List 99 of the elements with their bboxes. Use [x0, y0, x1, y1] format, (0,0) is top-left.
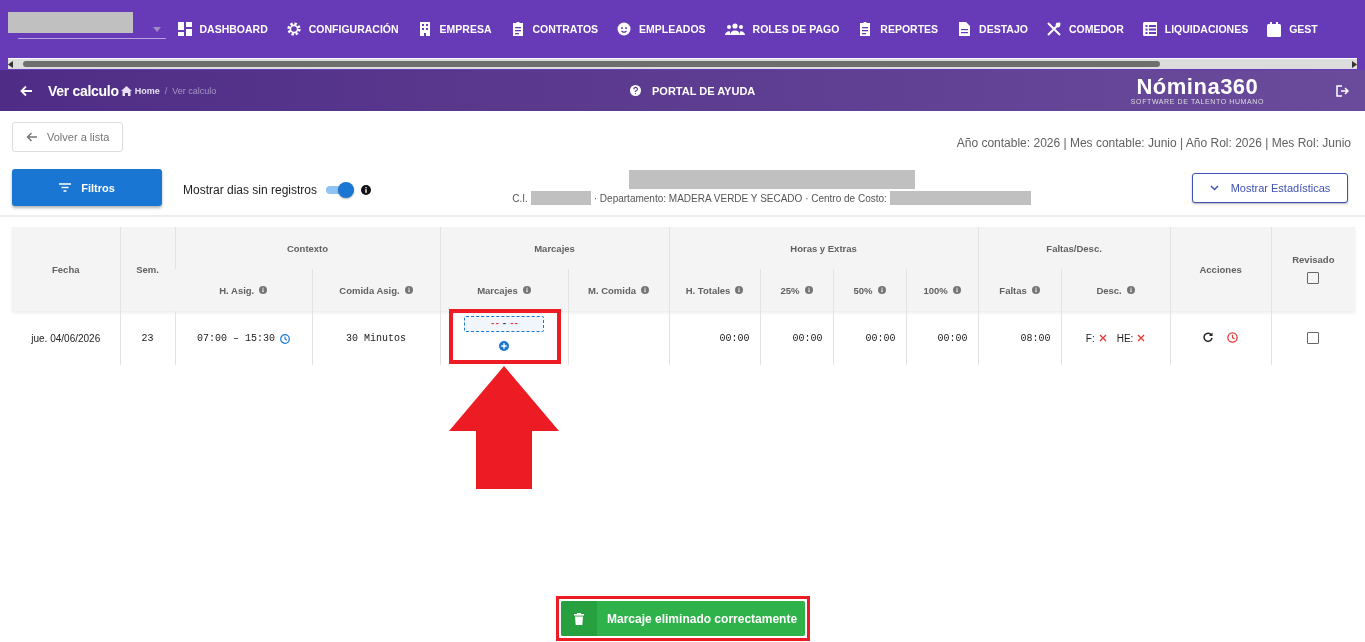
- column-header: Revisado: [1292, 254, 1335, 265]
- column-header: Desc.: [1096, 284, 1122, 296]
- dashboard-icon: [177, 22, 192, 36]
- logo-wordmark: Nómina360: [1136, 76, 1259, 98]
- add-icon[interactable]: [499, 340, 509, 351]
- info-icon: [361, 184, 372, 195]
- empty-punch-slot[interactable]: -- - --: [464, 315, 544, 332]
- dropdown-caret-icon: [153, 27, 161, 32]
- nav-tab[interactable]: COMEDOR: [1037, 14, 1134, 44]
- info-icon: [735, 286, 744, 294]
- info-icon: [877, 286, 886, 294]
- info-icon: [1031, 286, 1040, 294]
- calendar-icon: [1267, 21, 1282, 37]
- info-icon: [259, 286, 268, 294]
- nav-tab[interactable]: EMPRESA: [408, 14, 502, 44]
- info-icon: [952, 286, 961, 294]
- page-title: Ver calculo: [48, 82, 119, 99]
- clipboard-icon: [510, 22, 525, 36]
- column-group-header: Contexto: [286, 242, 329, 254]
- flag-label: F:: [1085, 332, 1095, 344]
- column-group-header: Marcajes: [534, 242, 575, 254]
- home-icon: [120, 85, 132, 96]
- info-icon: [641, 286, 650, 294]
- column-header: Fecha: [52, 263, 80, 275]
- table-cell: 23: [141, 333, 154, 344]
- nav-tab[interactable]: ROLES DE PAGO: [715, 14, 849, 44]
- horizontal-scrollbar[interactable]: [8, 58, 1357, 69]
- nav-tab[interactable]: CONFIGURACIÓN: [277, 14, 409, 44]
- schedule-cell: 07:00 – 15:30: [197, 333, 275, 344]
- breadcrumb-separator: /: [164, 85, 168, 96]
- clock-icon[interactable]: [1227, 331, 1239, 343]
- column-header: Comida Asig.: [339, 284, 400, 296]
- nav-tab[interactable]: CONTRATOS: [501, 14, 608, 44]
- hours-cell-text: 00:00: [791, 332, 824, 344]
- show-statistics-button[interactable]: Mostrar Estadísticas: [1192, 172, 1348, 203]
- column-header: H. Totales: [685, 284, 731, 296]
- column-header: M. Comida: [588, 284, 637, 296]
- column-header: H. Asig.: [219, 284, 255, 296]
- filter-icon: [59, 183, 72, 192]
- back-button[interactable]: [20, 84, 32, 97]
- column-header: 50%: [853, 284, 873, 296]
- face-icon: [617, 22, 632, 36]
- flag-label: HE:: [1116, 332, 1134, 344]
- chevron-down-icon: [1209, 184, 1219, 191]
- list-icon: [1142, 22, 1157, 36]
- hours-cell-text: 00:00: [718, 332, 751, 344]
- column-header: Faltas: [999, 284, 1027, 296]
- nav-tab[interactable]: REPORTES: [848, 14, 948, 44]
- period-info: Año contable: 2026 | Mes contable: Junio | Año Rol: 2026 | Mes Rol: Junio: [956, 136, 1351, 150]
- breadcrumb-link[interactable]: Home: [120, 85, 160, 96]
- trash-icon: [574, 612, 584, 625]
- nav-tab[interactable]: DESTAJO: [947, 14, 1038, 44]
- toast-message: Marcaje eliminado correctamente: [606, 610, 798, 628]
- nav-tab[interactable]: LIQUIDACIONES: [1133, 14, 1258, 44]
- help-icon: [630, 85, 641, 96]
- info-icon: [804, 286, 813, 294]
- info-icon: [522, 286, 531, 294]
- scroll-left-icon[interactable]: [8, 60, 13, 68]
- help-portal-link[interactable]: PORTAL DE AYUDA: [624, 70, 762, 111]
- column-header: 25%: [780, 284, 800, 296]
- scroll-right-icon[interactable]: [1352, 60, 1357, 68]
- id-label: C.I.: [512, 192, 528, 204]
- scrollbar-thumb[interactable]: [23, 61, 1160, 67]
- toggle-switch[interactable]: [325, 180, 356, 199]
- hours-cell-text: 00:00: [936, 332, 969, 344]
- breadcrumb-current: Ver calculo: [172, 85, 217, 96]
- clipboard-icon: [858, 22, 873, 36]
- nav-tab[interactable]: EMPLEADOS: [607, 14, 716, 44]
- refresh-icon[interactable]: [1203, 332, 1214, 343]
- redacted-id-block: [530, 191, 591, 205]
- back-arrow-icon: [20, 84, 32, 97]
- column-header: Marcajes: [477, 284, 518, 296]
- column-header: Sem.: [136, 263, 159, 275]
- employee-details: · Departamento: MADERA VERDE Y SECADO · Centro de Costo:: [593, 192, 887, 204]
- logout-icon[interactable]: [1336, 84, 1349, 97]
- settings-icon: [286, 22, 301, 36]
- back-to-list-button[interactable]: Volver a lista: [12, 122, 124, 152]
- checkbox[interactable]: [1307, 272, 1320, 284]
- clock-icon: [280, 333, 290, 344]
- utensils-icon: [1046, 22, 1061, 36]
- nav-tab[interactable]: GEST: [1257, 14, 1328, 44]
- column-group-header: Horas y Extras: [790, 242, 857, 254]
- checkbox[interactable]: [1307, 332, 1320, 345]
- info-icon: [404, 286, 413, 294]
- column-group-header: Faltas/Desc.: [1046, 242, 1102, 254]
- toggle-label: Mostrar dias sin registros: [183, 182, 318, 197]
- filters-button[interactable]: Filtros: [12, 169, 162, 206]
- back-arrow-icon: [26, 132, 37, 142]
- building-icon: [417, 22, 432, 36]
- people-icon: [724, 22, 745, 36]
- hours-cell-text: 00:00: [864, 332, 897, 344]
- nav-tab[interactable]: DASHBOARD: [168, 14, 278, 44]
- hours-cell-text: 08:00: [1019, 332, 1052, 344]
- column-header: Acciones: [1199, 263, 1242, 275]
- info-icon: [1126, 286, 1135, 294]
- column-header: 100%: [923, 284, 948, 296]
- table-cell: 30 Minutos: [346, 333, 406, 344]
- document-icon: [957, 22, 972, 36]
- date-cell: jue. 04/06/2026: [31, 332, 101, 344]
